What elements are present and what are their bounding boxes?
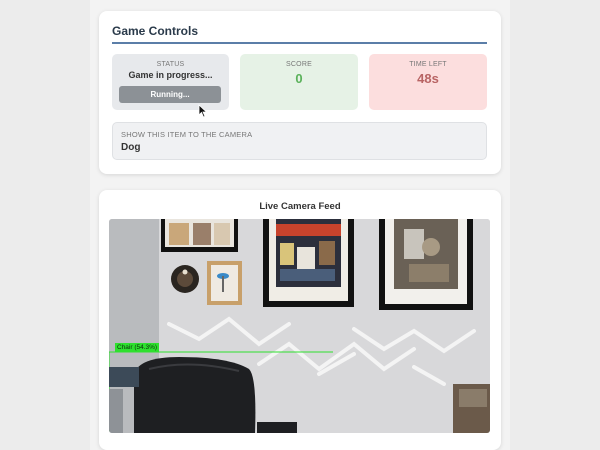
target-item-panel: SHOW THIS ITEM TO THE CAMERA Dog (112, 122, 487, 160)
status-panel: STATUS Game in progress... Running... (112, 54, 229, 110)
target-item-label: SHOW THIS ITEM TO THE CAMERA (121, 130, 253, 139)
game-controls-card: Game Controls STATUS Game in progress...… (99, 11, 501, 174)
game-controls-title: Game Controls (112, 24, 199, 38)
score-value: 0 (295, 71, 303, 86)
camera-feed-title: Live Camera Feed (259, 201, 341, 212)
camera-scene (109, 219, 490, 433)
time-left-panel: TIME LEFT 48s (369, 54, 487, 110)
camera-feed-card: Live Camera Feed Chair (54.3%) (99, 190, 501, 450)
title-divider (112, 42, 487, 44)
status-label: STATUS (156, 61, 185, 68)
score-panel: SCORE 0 (240, 54, 358, 110)
running-button[interactable]: Running... (119, 86, 221, 103)
score-label: SCORE (286, 61, 312, 68)
status-value: Game in progress... (128, 70, 213, 80)
time-left-value: 48s (417, 71, 439, 86)
mouse-cursor-icon (198, 104, 208, 118)
detection-label: Chair (54.3%) (115, 343, 160, 352)
time-left-label: TIME LEFT (409, 61, 447, 68)
camera-video: Chair (54.3%) (109, 219, 490, 433)
target-item-value: Dog (121, 142, 141, 153)
